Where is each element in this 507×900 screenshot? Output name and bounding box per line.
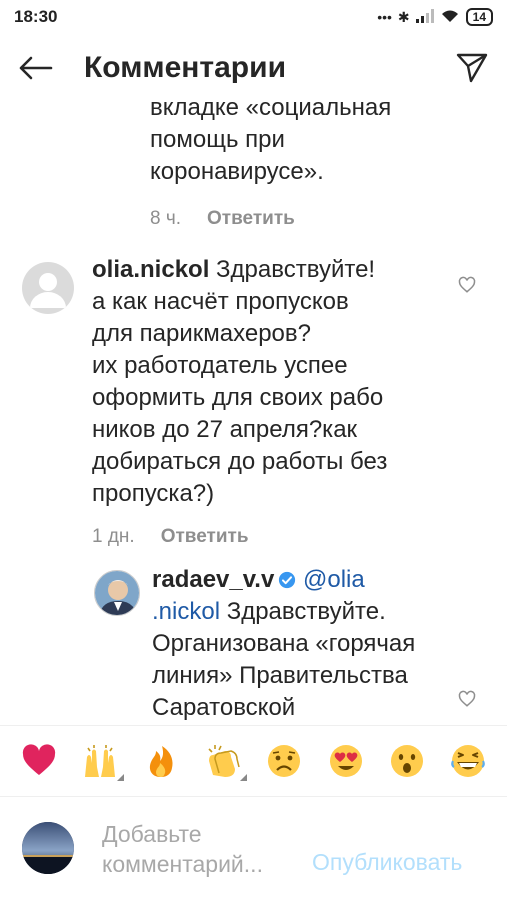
raised-hands-icon [85, 745, 116, 777]
mention-link[interactable]: @olia [303, 566, 365, 593]
comment-text: radaev_v.v @olia .nickol Здравствуйте. О… [152, 566, 416, 721]
arrow-left-icon [19, 56, 53, 80]
comment-body: olia.nickol Здравствуйте! а как насчёт п… [92, 254, 432, 548]
quick-emoji-bar [0, 725, 507, 797]
heart-eyes-emoji-button[interactable] [324, 739, 368, 783]
sad-face-emoji-button[interactable] [262, 739, 306, 783]
default-user-icon [30, 273, 66, 308]
status-time: 18:30 [14, 7, 58, 26]
share-button[interactable] [437, 34, 507, 102]
avatar[interactable] [94, 570, 140, 616]
status-icons: ••• ✱ 14 [377, 8, 493, 26]
fire-emoji-button[interactable] [139, 739, 183, 783]
page-title: Комментарии [84, 51, 287, 84]
heart-emoji-button[interactable] [17, 739, 61, 783]
comment-meta: 1 дн. Ответить [92, 526, 432, 548]
laughing-face-emoji-button[interactable] [446, 739, 490, 783]
like-heart-icon[interactable] [458, 690, 476, 708]
heart-icon [22, 744, 55, 775]
more-dots-icon: ••• [377, 9, 392, 25]
username-link[interactable]: olia.nickol [92, 256, 209, 283]
comment-time: 8 ч. [150, 208, 182, 229]
verified-badge-icon [279, 571, 296, 589]
avatar[interactable] [22, 262, 74, 314]
comment-compose-bar: Добавьте комментарий... Опубликовать [0, 797, 507, 900]
wifi-icon [440, 9, 460, 26]
clapping-hands-emoji-button[interactable] [201, 739, 247, 783]
fire-icon [150, 746, 173, 777]
comment-body: radaev_v.v @olia .nickol Здравствуйте. О… [152, 564, 452, 724]
bluetooth-icon: ✱ [397, 8, 410, 25]
user-photo-icon [95, 571, 139, 615]
battery-icon: 14 [465, 8, 493, 26]
heart-eyes-icon [329, 745, 362, 777]
surprised-face-icon [390, 745, 423, 777]
status-bar: 18:30 ••• ✱ 14 [0, 0, 507, 34]
comment-time: 1 дн. [92, 526, 135, 547]
username-link[interactable]: radaev_v.v [152, 566, 274, 593]
laughing-face-icon [451, 745, 486, 777]
like-heart-icon[interactable] [458, 276, 476, 294]
reply-button[interactable]: Ответить [207, 208, 295, 230]
clapping-hands-icon [208, 745, 240, 777]
comment-input[interactable]: Добавьте комментарий... [102, 819, 302, 879]
skin-tone-indicator [117, 774, 125, 781]
comment-text: вкладке «социальная помощь при коронавир… [150, 102, 392, 185]
mention-link[interactable]: .nickol [152, 598, 220, 625]
sad-face-icon [268, 745, 301, 777]
comments-list[interactable]: вкладке «социальная помощь при коронавир… [0, 102, 507, 725]
publish-button[interactable]: Опубликовать [312, 849, 462, 876]
surprised-face-emoji-button[interactable] [385, 739, 429, 783]
comment-text: olia.nickol Здравствуйте! а как насчёт п… [92, 256, 388, 507]
back-button[interactable] [0, 34, 70, 102]
raised-hands-emoji-button[interactable] [78, 739, 125, 783]
signal-icon [415, 8, 434, 26]
reply-button[interactable]: Ответить [161, 526, 249, 548]
skin-tone-indicator [239, 774, 247, 781]
reply-comment-truncated: вкладке «социальная помощь при коронавир… [150, 102, 450, 230]
header-bar: Комментарии [0, 34, 507, 102]
comment-meta: 8 ч. Ответить [150, 208, 450, 230]
send-icon [456, 53, 488, 83]
user-photo-icon [22, 822, 74, 874]
avatar [22, 822, 74, 874]
